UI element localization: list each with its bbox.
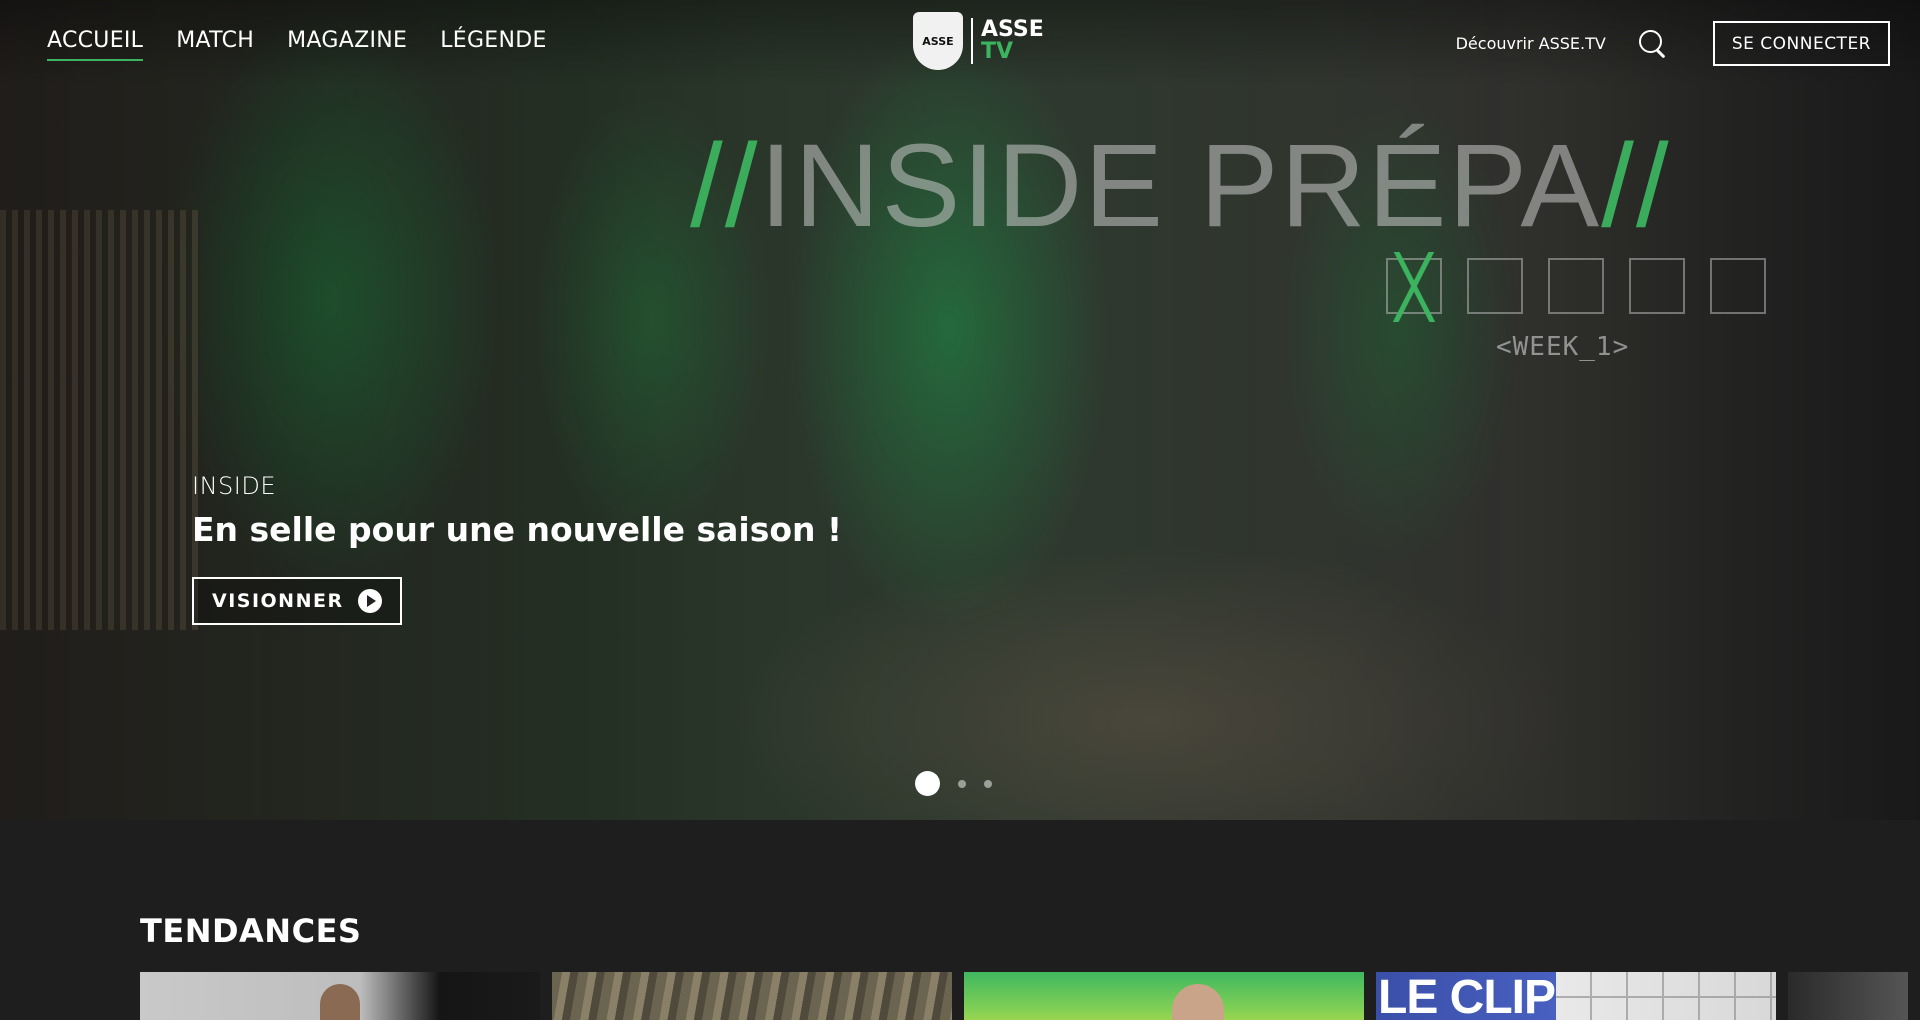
watch-button-label: VISIONNER [212, 590, 344, 612]
logo-sub: TV [981, 39, 1014, 64]
week-label: <WEEK_1> [1496, 332, 1630, 362]
video-card[interactable] [140, 972, 540, 1020]
nav-item-match[interactable]: MATCH [176, 28, 254, 61]
logo-name: ASSE [981, 17, 1044, 42]
video-card[interactable] [552, 972, 952, 1020]
week-box [1629, 258, 1685, 314]
promo-slash-left: // [690, 120, 760, 252]
week-box [1710, 258, 1766, 314]
watch-button[interactable]: VISIONNER [192, 577, 402, 625]
promo-title-text: INSIDE PRÉPA [759, 120, 1602, 252]
logo-divider [971, 18, 973, 64]
promo-title: //INSIDE PRÉPA// [690, 118, 1671, 254]
nav-item-magazine[interactable]: MAGAZINE [287, 28, 407, 61]
header-actions: Découvrir ASSE.TV SE CONNECTER [1456, 21, 1890, 66]
video-card[interactable] [964, 972, 1364, 1020]
section-title: TENDANCES [140, 912, 362, 950]
hero-background-image [0, 210, 200, 630]
trends-section: TENDANCES LE CLIP [0, 820, 1920, 1020]
carousel-dot-2[interactable] [958, 779, 966, 788]
carousel-dot-1[interactable] [915, 771, 940, 796]
card-thumbnail-text: LE CLIP [1378, 972, 1556, 1020]
carousel-dot-3[interactable] [984, 779, 992, 788]
logo-text: ASSE TV [981, 19, 1044, 63]
week-box [1548, 258, 1604, 314]
goal-net-thumbnail [1556, 972, 1776, 1020]
week-checkboxes [1384, 252, 1766, 322]
week-box-checked [1384, 252, 1444, 322]
carousel-dots [915, 771, 992, 796]
video-card[interactable]: LE CLIP [1376, 972, 1776, 1020]
week-box [1467, 258, 1523, 314]
nav-item-accueil[interactable]: ACCUEIL [47, 28, 144, 61]
trends-carousel: LE CLIP [140, 972, 1908, 1020]
login-button[interactable]: SE CONNECTER [1712, 21, 1890, 66]
site-header: ACCUEIL MATCH MAGAZINE LÉGENDE ASSE ASSE… [0, 0, 1920, 86]
card-thumbnail [320, 984, 360, 1020]
club-crest-icon: ASSE [913, 12, 963, 70]
discover-link[interactable]: Découvrir ASSE.TV [1456, 34, 1606, 53]
hero-kicker: INSIDE [192, 472, 276, 500]
card-thumbnail [1172, 984, 1224, 1020]
play-icon [357, 589, 382, 613]
video-card[interactable] [1788, 972, 1908, 1020]
asse-tv-logo[interactable]: ASSE ASSE TV [913, 12, 1044, 70]
main-nav: ACCUEIL MATCH MAGAZINE LÉGENDE [47, 28, 547, 61]
hero-banner[interactable]: //INSIDE PRÉPA// <WEEK_1> INSIDE En sell… [0, 0, 1920, 820]
nav-item-legende[interactable]: LÉGENDE [440, 28, 547, 61]
hero-info: INSIDE En selle pour une nouvelle saison… [192, 472, 842, 625]
hero-title: En selle pour une nouvelle saison ! [192, 510, 843, 549]
search-icon[interactable] [1638, 29, 1668, 59]
promo-slash-right: // [1601, 120, 1671, 252]
